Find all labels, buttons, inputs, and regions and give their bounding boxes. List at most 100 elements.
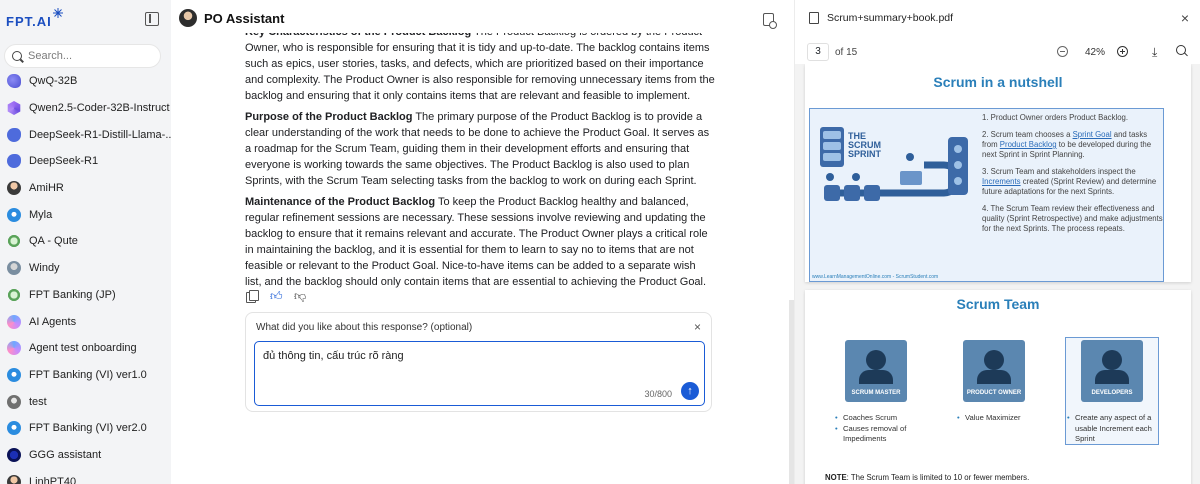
pdf-page: Scrum in a nutshell THE SCRUM SPRINT 1. …	[805, 64, 1191, 282]
char-count: 30/800	[644, 389, 672, 399]
feedback-text[interactable]: đủ thông tin, cấu trúc rõ ràng	[263, 350, 404, 362]
zoom-level: 42%	[1085, 47, 1106, 58]
sidebar-item-ai-agents[interactable]: AI Agents	[0, 308, 171, 335]
nutshell-step: 3. Scrum Team and stakeholders inspect t…	[982, 167, 1163, 197]
send-button[interactable]: ↑	[681, 382, 699, 400]
sidebar-item-amihr[interactable]: AmiHR	[0, 175, 171, 202]
duty-item: Causes removal of Impediments	[835, 424, 925, 445]
sidebar-item-label: test	[29, 395, 47, 408]
scrum-master-duties: Coaches Scrum Causes removal of Impedime…	[835, 413, 925, 445]
deepseek-icon	[7, 154, 21, 169]
avatar-icon	[7, 181, 21, 196]
card-label: PRODUCT OWNER	[966, 390, 1022, 396]
share-icon[interactable]	[763, 13, 777, 29]
chat-header: PO Assistant	[171, 0, 794, 36]
bot-icon	[7, 207, 21, 222]
qwen-icon	[7, 101, 21, 116]
step-link: Sprint Goal	[1072, 130, 1112, 139]
person-icon-body	[859, 370, 893, 384]
team-size-note: NOTE: The Scrum Team is limited to 10 or…	[825, 473, 1029, 482]
sidebar-item-myla[interactable]: Myla	[0, 201, 171, 228]
duty-item: Value Maximizer	[957, 413, 1047, 424]
nutshell-step: 1. Product Owner orders Product Backlog.	[982, 113, 1163, 123]
duty-item: Coaches Scrum	[835, 413, 925, 424]
nutshell-step: 2. Scrum team chooses a Sprint Goal and …	[982, 130, 1163, 160]
document-icon	[809, 12, 819, 24]
fpt-ai-logo[interactable]: FPT.AI	[6, 8, 66, 30]
bot-icon	[7, 421, 21, 436]
sidebar-item-label: LinhPT40	[29, 475, 77, 484]
assistant-avatar-icon	[179, 9, 197, 27]
search-input[interactable]	[28, 50, 148, 62]
pdf-viewer[interactable]: Scrum in a nutshell THE SCRUM SPRINT 1. …	[795, 64, 1200, 484]
sidebar-item-deepseek-r1[interactable]: DeepSeek-R1	[0, 148, 171, 175]
svg-text:FPT.AI: FPT.AI	[6, 14, 52, 29]
sidebar-item-test[interactable]: test	[0, 388, 171, 415]
pdf-panel: Scrum+summary+book.pdf × 3 of 15 42% ⤓ S…	[794, 0, 1200, 484]
sidebar-item-fpt-banking-vi-1[interactable]: FPT Banking (VI) ver1.0	[0, 362, 171, 389]
thumbs-down-icon[interactable]: 👎︎	[294, 290, 306, 302]
agents-icon	[7, 341, 21, 356]
sidebar-item-windy[interactable]: Windy	[0, 255, 171, 282]
step-link: Increments	[982, 177, 1021, 186]
duty-item: Create any aspect of a usable Increment …	[1067, 413, 1159, 445]
chat-panel: Key Characteristics of the Product Backl…	[171, 0, 794, 484]
feedback-panel: What did you like about this response? (…	[245, 312, 712, 412]
sidebar-item-label: AmiHR	[29, 182, 64, 195]
copy-icon[interactable]	[246, 290, 259, 303]
close-pdf-button[interactable]: ×	[1181, 10, 1189, 26]
paragraph-heading: Maintenance of the Product Backlog	[245, 195, 436, 208]
sidebar-item-qa-qute[interactable]: QA - Qute	[0, 228, 171, 255]
note-text: : The Scrum Team is limited to 10 or few…	[846, 473, 1030, 482]
search-icon	[12, 51, 22, 61]
zoom-in-icon[interactable]	[1117, 46, 1128, 57]
scrum-master-card: SCRUM MASTER	[845, 340, 907, 402]
paragraph-heading: Purpose of the Product Backlog	[245, 110, 413, 123]
windy-icon	[7, 261, 21, 276]
step-text: 3. Scrum Team and stakeholders inspect t…	[982, 167, 1136, 176]
dolphin-icon	[7, 74, 21, 89]
sidebar-item-label: Qwen2.5-Coder-32B-Instruct	[29, 102, 170, 115]
sidebar-toggle-icon[interactable]	[145, 12, 159, 26]
product-owner-card: PRODUCT OWNER	[963, 340, 1025, 402]
card-label: DEVELOPERS	[1091, 390, 1133, 396]
assistant-message: Key Characteristics of the Product Backl…	[245, 24, 715, 295]
sidebar-item-fpt-banking-vi-2[interactable]: FPT Banking (VI) ver2.0	[0, 415, 171, 442]
pdf-toolbar: 3 of 15 42% ⤓	[795, 40, 1200, 64]
person-icon	[984, 350, 1004, 370]
agents-icon	[7, 314, 21, 329]
note-label: NOTE	[825, 473, 847, 482]
search-icon[interactable]	[1176, 45, 1186, 55]
sidebar-item-label: Agent test onboarding	[29, 342, 137, 355]
close-icon[interactable]: ×	[694, 320, 701, 334]
download-icon[interactable]: ⤓	[1152, 45, 1157, 60]
feedback-question: What did you like about this response? (…	[256, 322, 473, 333]
page-number-input[interactable]: 3	[807, 43, 829, 61]
sidebar-item-deepseek-distill[interactable]: DeepSeek-R1-Distill-Llama-...	[0, 121, 171, 148]
product-owner-duties: Value Maximizer	[957, 413, 1047, 424]
sidebar-item-linhpt40[interactable]: LinhPT40	[0, 468, 171, 484]
group-icon	[1102, 350, 1122, 370]
sidebar-item-agent-test[interactable]: Agent test onboarding	[0, 335, 171, 362]
page-count: of 15	[835, 47, 858, 58]
sidebar-item-label: FPT Banking (JP)	[29, 288, 116, 301]
sidebar-item-qwq[interactable]: QwQ-32B	[0, 68, 171, 95]
sidebar-item-qwen-coder[interactable]: Qwen2.5-Coder-32B-Instruct	[0, 95, 171, 122]
sidebar-search[interactable]	[4, 44, 161, 68]
qa-icon	[7, 234, 21, 249]
sidebar-item-ggg[interactable]: GGG assistant	[0, 442, 171, 469]
sidebar-item-label: GGG assistant	[29, 448, 102, 461]
message-paragraph: Purpose of the Product Backlog The prima…	[245, 109, 715, 189]
feedback-textarea[interactable]: đủ thông tin, cấu trúc rõ ràng 30/800 ↑	[254, 341, 705, 406]
pdf-page: Scrum Team SCRUM MASTER PRODUCT OWNER DE…	[805, 290, 1191, 484]
sidebar-item-fpt-banking-jp[interactable]: FPT Banking (JP)	[0, 282, 171, 309]
scrum-nutshell-figure: THE SCRUM SPRINT 1. Product Owner orders…	[809, 108, 1164, 282]
page-title: PO Assistant	[204, 10, 285, 26]
sidebar-item-label: QwQ-32B	[29, 75, 78, 88]
developers-duties: Create any aspect of a usable Increment …	[1067, 413, 1159, 445]
thumbs-up-icon[interactable]: 👍︎	[270, 290, 283, 302]
step-text: 1. Product Owner orders Product Backlog.	[982, 113, 1129, 122]
step-link: Product Backlog	[999, 140, 1057, 149]
deepseek-icon	[7, 127, 21, 142]
zoom-out-icon[interactable]	[1057, 46, 1068, 57]
